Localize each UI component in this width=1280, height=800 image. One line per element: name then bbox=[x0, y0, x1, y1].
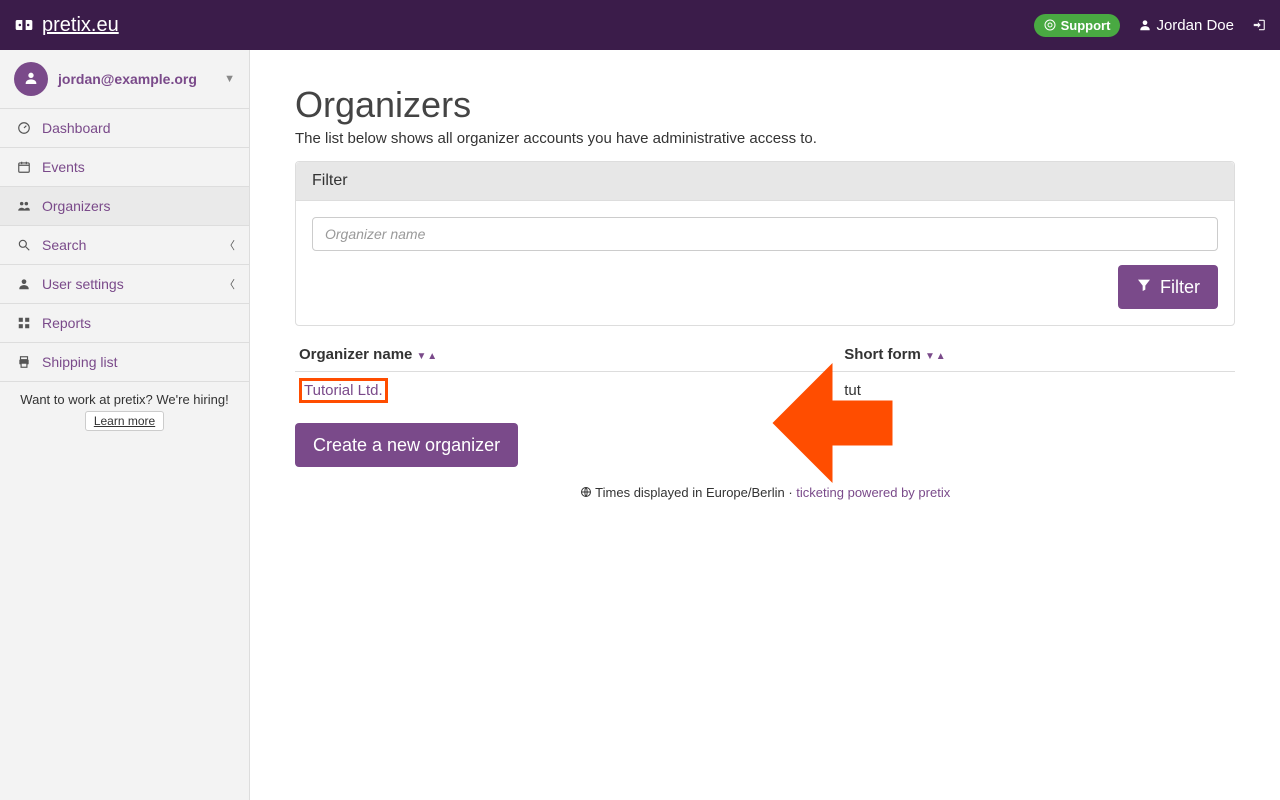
user-icon bbox=[1138, 18, 1152, 32]
organizer-link[interactable]: Tutorial Ltd. bbox=[299, 378, 388, 403]
calendar-icon bbox=[16, 160, 32, 174]
users-icon bbox=[16, 199, 32, 213]
sidebar-item-search[interactable]: Search 〈 bbox=[0, 226, 249, 265]
brand-text: pretix.eu bbox=[42, 14, 119, 37]
page-footer: Times displayed in Europe/Berlin · ticke… bbox=[295, 485, 1235, 501]
lifebuoy-icon bbox=[1044, 19, 1056, 31]
logout-button[interactable] bbox=[1252, 18, 1266, 32]
sidebar-hiring: Want to work at pretix? We're hiring! Le… bbox=[0, 382, 249, 447]
filter-heading: Filter bbox=[296, 162, 1234, 201]
sidebar-item-label: Search bbox=[42, 237, 86, 253]
print-icon bbox=[16, 355, 32, 369]
page-description: The list below shows all organizer accou… bbox=[295, 130, 1235, 147]
th-icon bbox=[16, 316, 32, 330]
content-area: Organizers The list below shows all orga… bbox=[250, 50, 1280, 800]
caret-down-icon: ▼ bbox=[224, 73, 235, 85]
sidebar-item-usersettings[interactable]: User settings 〈 bbox=[0, 265, 249, 304]
brand-link[interactable]: pretix.eu bbox=[14, 14, 119, 37]
support-button[interactable]: Support bbox=[1034, 14, 1121, 37]
learn-more-button[interactable]: Learn more bbox=[85, 411, 164, 431]
filter-button-label: Filter bbox=[1160, 277, 1200, 298]
hiring-text: Want to work at pretix? We're hiring! bbox=[12, 392, 237, 407]
sidebar-item-label: User settings bbox=[42, 276, 124, 292]
organizers-table: Organizer name ▼ ▲ Short form ▼ ▲ Tutori… bbox=[295, 338, 1235, 409]
sidebar-item-label: Shipping list bbox=[42, 354, 118, 370]
chevron-left-icon: 〈 bbox=[224, 237, 235, 253]
sidebar-item-dashboard[interactable]: Dashboard bbox=[0, 109, 249, 148]
brand-logo-icon bbox=[14, 15, 34, 35]
user-name: Jordan Doe bbox=[1156, 17, 1234, 34]
filter-button[interactable]: Filter bbox=[1118, 265, 1218, 309]
support-label: Support bbox=[1061, 18, 1111, 33]
sidebar-item-reports[interactable]: Reports bbox=[0, 304, 249, 343]
footer-credit-link[interactable]: ticketing powered by pretix bbox=[796, 485, 950, 500]
sidebar-item-label: Reports bbox=[42, 315, 91, 331]
dashboard-icon bbox=[16, 121, 32, 135]
organizer-short: tut bbox=[840, 372, 1235, 410]
col-header-name[interactable]: Organizer name ▼ ▲ bbox=[295, 338, 840, 372]
sort-icon: ▼ ▲ bbox=[925, 351, 945, 362]
sidebar-item-organizers[interactable]: Organizers bbox=[0, 187, 249, 226]
organizer-name-input[interactable] bbox=[312, 217, 1218, 251]
user-icon bbox=[16, 277, 32, 291]
avatar bbox=[14, 62, 48, 96]
sidebar-email: jordan@example.org bbox=[58, 71, 197, 87]
footer-tz: Times displayed in Europe/Berlin bbox=[595, 485, 785, 500]
sidebar-item-events[interactable]: Events bbox=[0, 148, 249, 187]
filter-panel: Filter Filter bbox=[295, 161, 1235, 326]
sidebar-account-switch[interactable]: jordan@example.org ▼ bbox=[0, 50, 249, 109]
sidebar-item-label: Events bbox=[42, 159, 85, 175]
globe-icon bbox=[580, 486, 592, 501]
user-menu[interactable]: Jordan Doe bbox=[1138, 17, 1234, 34]
create-organizer-button[interactable]: Create a new organizer bbox=[295, 423, 518, 467]
search-icon bbox=[16, 238, 32, 252]
chevron-left-icon: 〈 bbox=[224, 276, 235, 292]
page-title: Organizers bbox=[295, 84, 1235, 126]
sort-icon: ▼ ▲ bbox=[417, 351, 437, 362]
sidebar-item-label: Dashboard bbox=[42, 120, 111, 136]
sidebar-item-shipping[interactable]: Shipping list bbox=[0, 343, 249, 382]
sidebar-item-label: Organizers bbox=[42, 198, 110, 214]
table-row: Tutorial Ltd. tut bbox=[295, 372, 1235, 410]
sidebar: jordan@example.org ▼ Dashboard Events Orga… bbox=[0, 50, 250, 800]
col-header-short[interactable]: Short form ▼ ▲ bbox=[840, 338, 1235, 372]
funnel-icon bbox=[1136, 277, 1152, 298]
navbar: pretix.eu Support Jordan Doe bbox=[0, 0, 1280, 50]
